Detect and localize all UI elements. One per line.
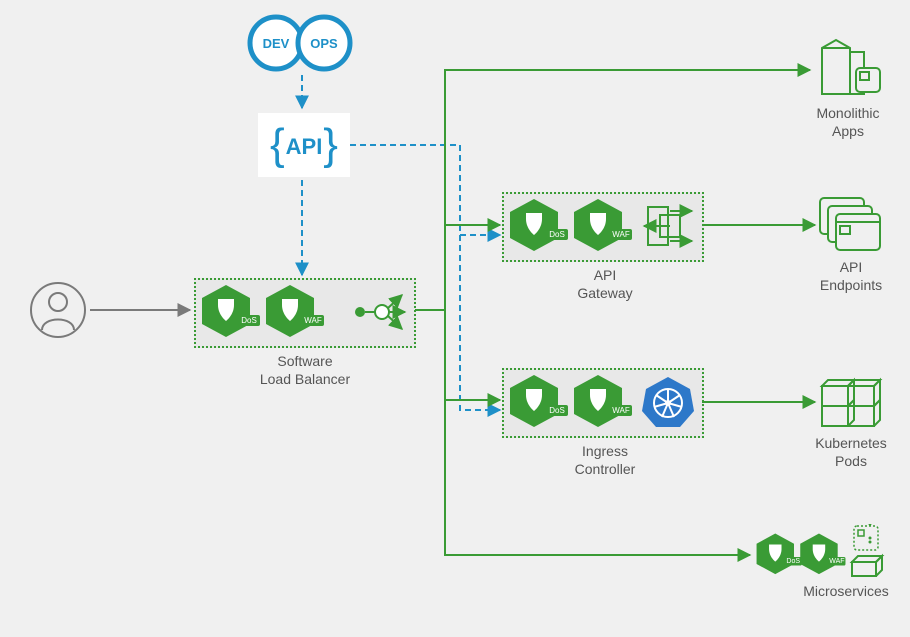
svg-text:DoS: DoS [549, 230, 565, 239]
api-gateway-label: APIGateway [565, 266, 645, 302]
monolithic-label: MonolithicApps [808, 104, 888, 140]
kubernetes-icon [640, 373, 696, 431]
architecture-diagram: DEV OPS { } API DoS WAF [0, 0, 910, 637]
microservices-label: Microservices [796, 582, 896, 600]
api-node: { } API [258, 113, 350, 177]
svg-text:WAF: WAF [612, 230, 630, 239]
svg-text:DoS: DoS [786, 558, 800, 565]
ingress-shields: DoS WAF [508, 373, 658, 431]
load-balance-icon [350, 283, 410, 341]
dev-label: DEV [263, 36, 290, 51]
lb-shields: DoS WAF [200, 283, 350, 341]
monolithic-icon [816, 38, 882, 100]
svg-text:WAF: WAF [612, 406, 630, 415]
ingress-label: IngressController [565, 442, 645, 478]
devops-icon: DEV OPS [246, 12, 358, 74]
kube-pods-icon [818, 372, 884, 430]
kube-pods-label: KubernetesPods [808, 434, 894, 470]
microservices-icon [848, 524, 892, 580]
svg-text:}: } [323, 120, 338, 169]
gateway-shields: DoS WAF [508, 197, 658, 255]
svg-text:DoS: DoS [241, 316, 257, 325]
ops-label: OPS [310, 36, 338, 51]
svg-text:WAF: WAF [829, 558, 844, 565]
microservices-shields: DoS WAF [755, 532, 847, 576]
api-endpoints-icon [818, 196, 884, 254]
user-icon [28, 280, 88, 340]
svg-text:{: { [270, 120, 285, 169]
gateway-icon [640, 197, 696, 255]
api-label: API [286, 134, 323, 159]
load-balancer-label: SoftwareLoad Balancer [250, 352, 360, 388]
svg-text:WAF: WAF [304, 316, 322, 325]
svg-text:DoS: DoS [549, 406, 565, 415]
api-endpoints-label: APIEndpoints [814, 258, 888, 294]
